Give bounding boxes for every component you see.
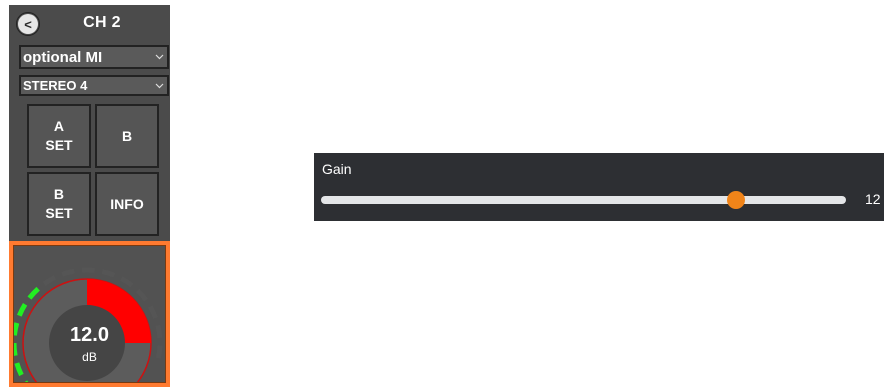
gain-slider-thumb[interactable]	[726, 191, 745, 209]
knob-unit: dB	[82, 350, 97, 364]
channel-title: CH 2	[83, 14, 121, 31]
source-select-value: optional MI	[23, 48, 103, 66]
gain-slider-panel: Gain 12	[314, 153, 884, 221]
gain-value-readout: 12	[865, 191, 881, 207]
gain-knob-panel[interactable]: 12.0 dB	[9, 241, 170, 387]
knob-led-segment	[61, 268, 75, 277]
knob-led-segment	[101, 269, 116, 278]
output-select-value: STEREO 4	[23, 78, 88, 93]
gain-slider-track[interactable]	[321, 191, 846, 209]
a-set-button[interactable]: A SET	[27, 104, 91, 168]
back-icon: <	[24, 16, 32, 32]
knob-led-segment	[14, 362, 24, 377]
knob-led-segment	[120, 276, 134, 288]
gain-label: Gain	[322, 161, 352, 177]
chevron-down-icon	[153, 47, 165, 67]
source-select[interactable]: optional MI	[19, 45, 169, 69]
b-button[interactable]: B	[95, 104, 159, 168]
knob-value: 12.0	[70, 324, 109, 346]
gain-knob[interactable]: 12.0 dB	[13, 245, 166, 383]
info-button[interactable]: INFO	[95, 172, 159, 236]
knob-led-segment	[148, 305, 158, 319]
knob-led-segment	[42, 275, 57, 286]
b-set-button[interactable]: B SET	[27, 172, 91, 236]
knob-led-segment	[27, 286, 40, 300]
back-button[interactable]: <	[16, 12, 40, 36]
channel-strip: < CH 2 optional MI STEREO 4 A SET B B SE…	[9, 5, 170, 241]
output-select[interactable]: STEREO 4	[19, 75, 169, 96]
chevron-down-icon	[153, 77, 165, 94]
knob-led-segment	[135, 288, 149, 302]
knob-led-segment	[16, 302, 28, 317]
